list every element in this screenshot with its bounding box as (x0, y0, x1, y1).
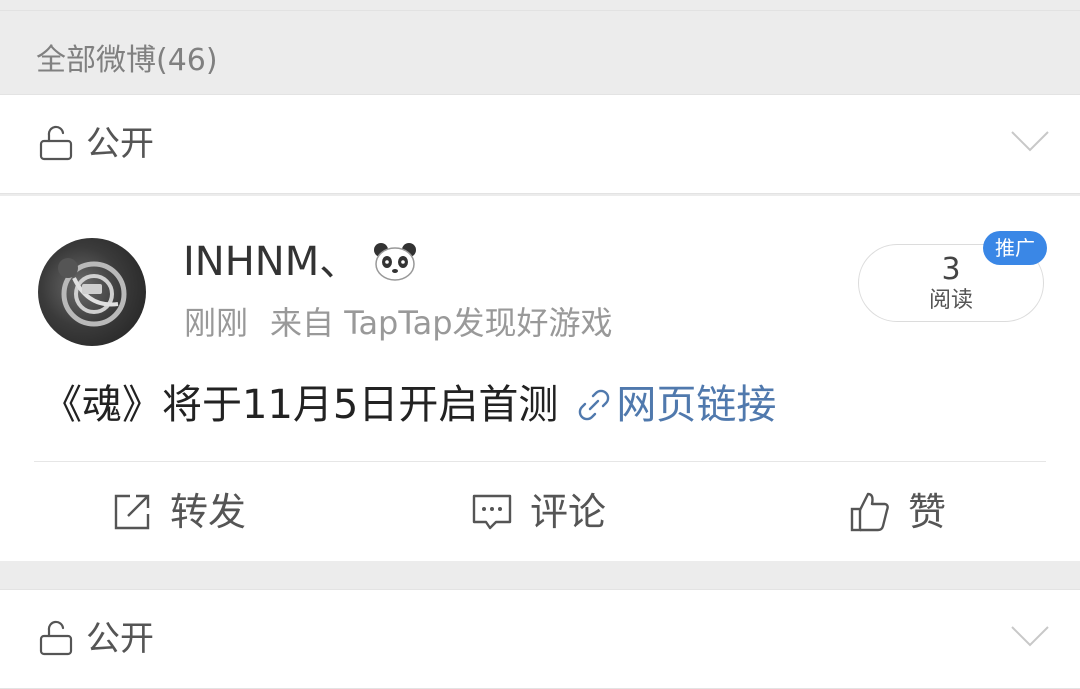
lock-icon (39, 620, 73, 656)
section-title: 全部微博(46) (36, 43, 218, 78)
post-source[interactable]: 来自 TapTap发现好游戏 (270, 304, 613, 342)
comment-button[interactable]: 评论 (470, 486, 606, 538)
author-name[interactable]: INHNM、 (183, 236, 359, 288)
chevron-down-icon[interactable] (1010, 129, 1050, 153)
link-icon[interactable] (576, 387, 612, 423)
french-horn-icon (58, 258, 127, 327)
repost-button[interactable]: 转发 (110, 486, 246, 538)
panda-icon (374, 243, 417, 281)
read-label: 阅读 (928, 288, 973, 313)
card-separator (0, 561, 1080, 589)
privacy-label-2: 公开 (86, 619, 154, 659)
like-button[interactable]: 赞 (848, 486, 946, 538)
post-time: 刚刚 (184, 304, 249, 342)
author-name-row[interactable]: INHNM、 (183, 236, 417, 288)
privacy-selector-2[interactable]: 公开 (0, 589, 1080, 689)
section-header: 全部微博(46) (0, 10, 1080, 94)
avatar[interactable] (38, 238, 146, 346)
lock-icon (39, 125, 73, 161)
privacy-label: 公开 (86, 124, 154, 164)
web-link[interactable]: 网页链接 (616, 379, 776, 431)
promo-badge[interactable]: 推广 (983, 231, 1047, 265)
comment-label: 评论 (530, 490, 607, 534)
comment-icon (472, 494, 512, 530)
post-meta: 刚刚 来自 TapTap发现好游戏 (184, 302, 613, 344)
chevron-down-icon[interactable] (1010, 624, 1050, 648)
post-text: 《魂》将于11月5日开启首测 (42, 382, 559, 428)
post-card[interactable]: INHNM、 刚刚 来自 TapTap发现好游戏 3 阅读 推广 《魂》将于11月… (0, 196, 1080, 561)
thumbs-up-icon (850, 492, 889, 532)
divider (34, 461, 1046, 462)
repost-label: 转发 (170, 490, 247, 534)
post-content: 《魂》将于11月5日开启首测 网页链接 (42, 379, 776, 431)
share-icon (114, 494, 150, 530)
privacy-selector[interactable]: 公开 (0, 94, 1080, 194)
like-label: 赞 (908, 490, 947, 534)
